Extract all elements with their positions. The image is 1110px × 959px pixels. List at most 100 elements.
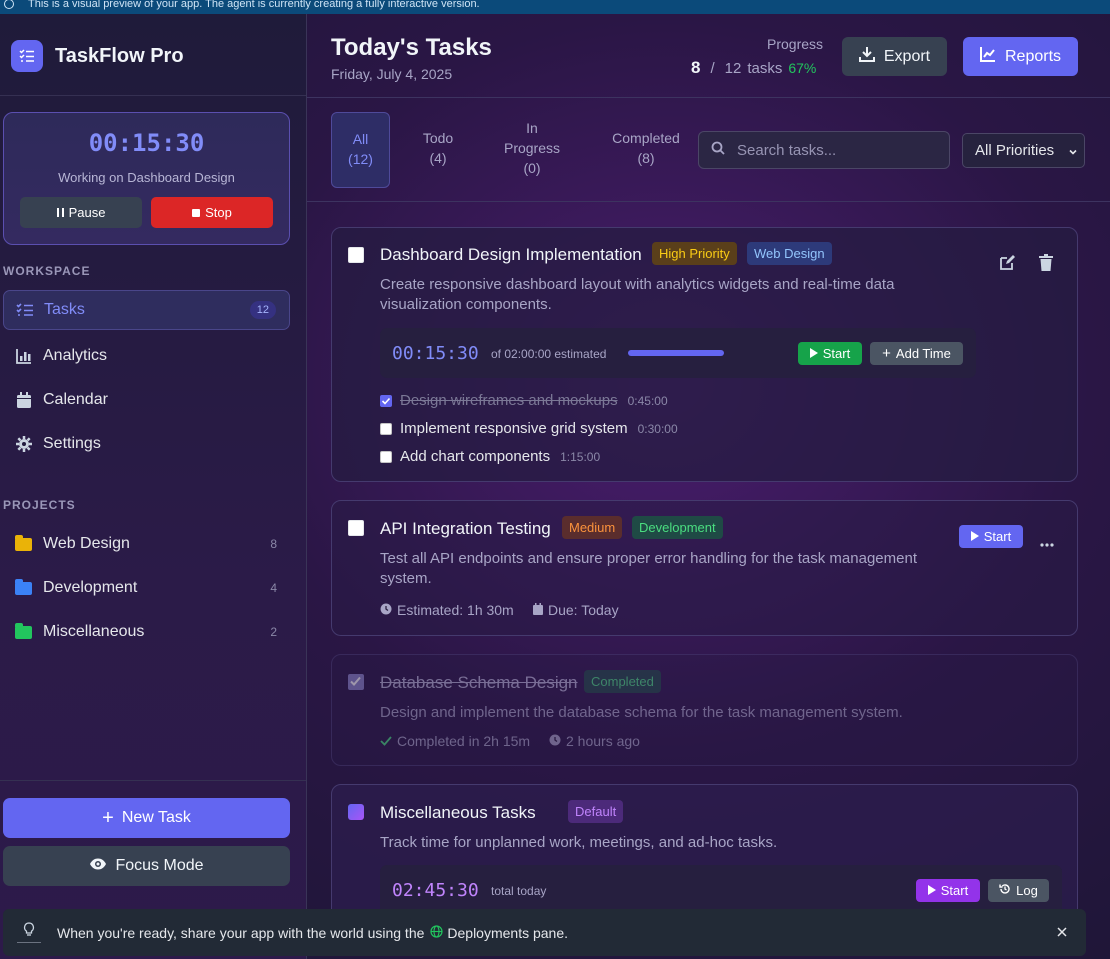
tab-count: (4) [429,150,447,166]
subtask-item[interactable]: Implement responsive grid system 0:30:00 [380,420,678,437]
add-time-button[interactable]: + Add Time [870,342,963,365]
subtask-checkbox[interactable] [380,422,392,435]
misc-timer: 02:45:30 total today Start Log [380,865,1062,915]
active-timer-time: 00:15:30 [88,129,205,157]
priority-badge: Medium [562,516,623,539]
subtask-item[interactable]: Add chart components 1:15:00 [380,448,600,465]
task-progress-bar [628,350,724,356]
search-input[interactable]: Search tasks... [698,131,950,169]
status-badge: Default [568,800,624,823]
tab-in-progress[interactable]: In Progress (0) [493,112,571,178]
check-icon [380,733,392,749]
log-button[interactable]: Log [988,879,1049,902]
reports-label: Reports [1004,47,1062,65]
stop-button[interactable]: Stop [151,197,273,228]
task-estimate-text: Estimated: 1h 30m [397,602,514,618]
sidebar-item-label: Analytics [43,347,108,364]
divider [0,95,306,96]
task-description-line: system. [380,570,432,587]
task-description: Design and implement the database schema… [380,703,903,723]
subtask-checkbox[interactable] [380,450,392,463]
trash-icon[interactable] [1039,254,1053,276]
deploy-toast: When you're ready, share your app with t… [3,909,1086,956]
plus-icon: + [102,807,114,829]
export-label: Export [883,47,931,65]
tab-todo[interactable]: Todo (4) [408,112,468,168]
task-color-swatch [348,804,364,820]
new-task-label: New Task [121,809,191,826]
tab-count: (8) [637,150,655,166]
start-timer-button[interactable]: Start [916,879,980,902]
project-development[interactable]: Development 4 [3,568,290,608]
start-timer-button[interactable]: Start [959,525,1023,548]
filter-bar: All (12) Todo (4) In Progress (0) Comple… [307,98,1110,202]
tab-count: (12) [348,151,373,167]
close-icon[interactable] [1056,925,1068,941]
project-label: Web Design [43,535,130,552]
sidebar-item-calendar[interactable]: Calendar [3,380,290,420]
task-checkbox[interactable] [348,247,364,263]
progress-total: 12 [724,60,742,77]
subtask-item[interactable]: Design wireframes and mockups 0:45:00 [380,392,668,409]
project-count: 8 [270,537,277,551]
calendar-icon [533,602,543,618]
subtask-label: Add chart components [400,448,551,465]
task-checkbox[interactable] [348,674,364,690]
status-badge: Completed [584,670,661,693]
pause-label: Pause [68,205,106,220]
sidebar-item-label: Settings [43,435,101,452]
page-date: Friday, July 4, 2025 [331,66,453,82]
sidebar-item-settings[interactable]: Settings [3,424,290,464]
task-description-line: Track time for unplanned work, meetings,… [380,834,778,851]
sidebar: TaskFlow Pro 00:15:30 Working on Dashboa… [0,14,307,959]
clock-icon [380,602,392,618]
subtask-duration: 1:15:00 [560,449,601,464]
pause-button[interactable]: Pause [20,197,142,228]
subtask-label: Implement responsive grid system [400,420,628,437]
divider [0,780,306,781]
task-due-text: Due: Today [548,602,619,618]
project-web-design[interactable]: Web Design 8 [3,524,290,564]
task-estimate: Estimated: 1h 30m [380,602,514,618]
export-button[interactable]: Export [842,37,947,76]
task-card: Miscellaneous Tasks Default Track time f… [331,784,1078,924]
folder-icon [15,622,32,639]
completed-duration-text: Completed in 2h 15m [397,733,531,749]
start-timer-button[interactable]: Start [798,342,862,365]
edit-icon[interactable] [999,254,1016,276]
tab-label: Todo [422,130,454,146]
start-label: Start [940,883,969,898]
play-icon [809,346,818,361]
chevron-down-icon [1068,144,1078,161]
task-timer-estimate: of 02:00:00 estimated [491,347,607,361]
project-count: 2 [270,625,277,639]
calendar-icon [15,391,33,409]
task-description: Create responsive dashboard layout with … [380,275,894,315]
play-icon [927,883,936,898]
completed-ago-text: 2 hours ago [566,733,640,749]
app-name: TaskFlow Pro [55,44,184,67]
tab-all[interactable]: All (12) [331,112,390,188]
priority-select[interactable]: All Priorities [962,133,1085,168]
task-checkbox[interactable] [348,520,364,536]
project-miscellaneous[interactable]: Miscellaneous 2 [3,612,290,652]
more-options-icon[interactable] [1040,534,1054,552]
reports-button[interactable]: Reports [963,37,1078,76]
tasks-logo-icon [11,40,43,72]
project-badge: Web Design [747,242,832,265]
sidebar-item-tasks[interactable]: Tasks 12 [3,290,290,330]
focus-mode-button[interactable]: Focus Mode [3,846,290,886]
new-task-button[interactable]: + New Task [3,798,290,838]
tab-completed[interactable]: Completed (8) [601,112,691,168]
tab-label: In [526,120,538,136]
toast-link[interactable]: Deployments pane. [447,925,568,941]
task-title: Dashboard Design Implementation [380,245,642,264]
subtask-checkbox[interactable] [380,394,392,407]
progress-done: 8 [691,58,701,77]
brand[interactable]: TaskFlow Pro [11,40,184,72]
progress-separator: / [710,60,715,77]
toast-text: When you're ready, share your app with t… [57,924,425,941]
gear-icon [15,435,33,453]
plus-icon: + [882,344,891,362]
sidebar-item-analytics[interactable]: Analytics [3,336,290,376]
